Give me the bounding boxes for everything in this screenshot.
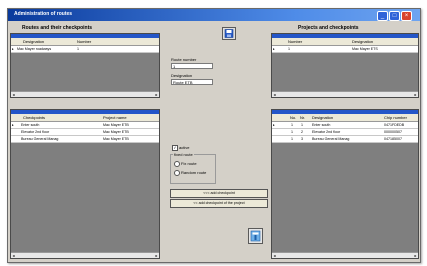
checkpoint-no: 1: [291, 123, 293, 127]
scroll-right-icon[interactable]: ▸: [154, 92, 159, 97]
table-row[interactable]: ▸ 1 1 Enter south 0471FDEDB: [272, 122, 418, 129]
add-checkpoint-button[interactable]: <<< add checkpoint: [170, 189, 268, 198]
row-indicator: ▸: [12, 47, 14, 51]
checkpoint-designation: Elevator 2nd floor: [312, 130, 341, 134]
random-route-radio[interactable]: [174, 170, 180, 176]
project-checkpoints-grid-scrollbar[interactable]: ◂ ▸: [272, 252, 418, 258]
row-indicator: ▸: [12, 123, 14, 127]
checkpoint-no: 1: [291, 137, 293, 141]
minimize-button[interactable]: _: [377, 11, 388, 21]
checkpoint-no: 1: [291, 130, 293, 134]
table-row[interactable]: ▸ Mac Mayer roadways 1: [11, 46, 159, 53]
scroll-left-icon[interactable]: ◂: [272, 92, 277, 97]
col-number: Number: [288, 39, 303, 44]
add-project-checkpoints-button[interactable]: << add checkpoint of the project: [170, 199, 268, 208]
col-designation: Designation: [352, 39, 374, 44]
project-checkpoints-grid[interactable]: No. Nr. Designation Chip number ▸ 1 1 En…: [271, 109, 419, 259]
scroll-right-icon[interactable]: ▸: [413, 253, 418, 258]
projects-grid[interactable]: Number Designation ▸ 1 Mac Mayer ETS ◂ ▸: [271, 33, 419, 98]
chip-number: 047185007: [384, 137, 402, 141]
table-row[interactable]: 1 2 Elevator 2nd floor 000000507: [272, 129, 418, 136]
project-checkpoints-grid-header: No. Nr. Designation Chip number: [272, 114, 418, 122]
checkpoint-name: Enter south: [21, 123, 40, 127]
route-number: 1: [77, 47, 79, 51]
route-designation: Mac Mayer roadways: [17, 47, 52, 51]
project-name: Mac Mayer ETB: [103, 130, 129, 134]
scroll-left-icon[interactable]: ◂: [11, 253, 16, 258]
projects-header: Projects and checkpoints: [298, 25, 359, 31]
active-checkbox[interactable]: ✓: [172, 145, 178, 151]
route-admin-window: Administration of routes _ □ × Routes an…: [7, 8, 421, 263]
fix-route-label: Fix route: [181, 161, 197, 166]
scroll-left-icon[interactable]: ◂: [272, 253, 277, 258]
routes-header: Routes and their checkpoints: [22, 25, 93, 31]
checkpoint-nr: 1: [301, 123, 303, 127]
checkpoints-grid-scrollbar[interactable]: ◂ ▸: [11, 252, 159, 258]
routes-grid[interactable]: Designation Number ▸ Mac Mayer roadways …: [10, 33, 160, 98]
scroll-right-icon[interactable]: ▸: [413, 92, 418, 97]
checkpoint-nr: 3: [301, 137, 303, 141]
chip-number: 0471FDEDB: [384, 123, 405, 127]
designation-label: Designation: [171, 73, 193, 78]
row-indicator: ▸: [273, 47, 275, 51]
active-label: active: [179, 145, 190, 150]
checkpoint-nr: 2: [301, 130, 303, 134]
col-number: Number: [77, 39, 92, 44]
maximize-button[interactable]: □: [389, 11, 400, 21]
window-title: Administration of routes: [14, 11, 73, 17]
route-type-group: [170, 154, 216, 184]
designation-field[interactable]: Route ETB: [171, 79, 213, 85]
random-route-label: Random route: [181, 170, 207, 175]
col-nr: Nr.: [300, 115, 306, 120]
project-name: Mac Mayer ETB: [103, 137, 129, 141]
checkpoints-grid-header: Checkpoints Project name: [11, 114, 159, 122]
row-indicator: ▸: [273, 123, 275, 127]
scroll-right-icon[interactable]: ▸: [154, 253, 159, 258]
table-row[interactable]: ▸ 1 Mac Mayer ETS: [272, 46, 418, 53]
chip-number: 000000507: [384, 130, 402, 134]
routes-grid-header: Designation Number: [11, 38, 159, 46]
col-no: No.: [290, 115, 297, 120]
title-bar[interactable]: Administration of routes _ □ ×: [8, 9, 420, 21]
col-designation: Designation: [312, 115, 334, 120]
save-icon[interactable]: [222, 27, 236, 40]
checkpoint-designation: Bureau General Manag: [312, 137, 350, 141]
close-button[interactable]: ×: [401, 11, 412, 21]
projects-grid-header: Number Designation: [272, 38, 418, 46]
checkpoint-designation: Enter south: [312, 123, 331, 127]
table-row[interactable]: 1 3 Bureau General Manag 047185007: [272, 136, 418, 143]
route-number-field[interactable]: 1: [171, 63, 213, 69]
project-name: Mac Mayer ETB: [103, 123, 129, 127]
col-checkpoints: Checkpoints: [23, 115, 46, 120]
project-designation: Mac Mayer ETS: [352, 47, 378, 51]
scroll-left-icon[interactable]: ◂: [11, 92, 16, 97]
print-icon[interactable]: [248, 228, 263, 244]
project-number: 1: [288, 47, 290, 51]
fix-route-radio[interactable]: [174, 161, 180, 167]
col-chip-number: Chip number: [384, 115, 407, 120]
fixed-route-label: fixed route: [173, 152, 194, 157]
projects-grid-scrollbar[interactable]: ◂ ▸: [272, 91, 418, 97]
checkpoint-name: Elevator 2nd floor: [21, 130, 50, 134]
col-project-name: Project name: [103, 115, 127, 120]
table-row[interactable]: ▸ Enter south Mac Mayer ETB: [11, 122, 159, 129]
table-row[interactable]: Bureau General Manag Mac Mayer ETB: [11, 136, 159, 143]
col-designation: Designation: [23, 39, 45, 44]
routes-grid-scrollbar[interactable]: ◂ ▸: [11, 91, 159, 97]
table-row[interactable]: Elevator 2nd floor Mac Mayer ETB: [11, 129, 159, 136]
route-number-label: Route number: [171, 57, 197, 62]
checkpoint-name: Bureau General Manag: [21, 137, 59, 141]
route-checkpoints-grid[interactable]: Checkpoints Project name ▸ Enter south M…: [10, 109, 160, 259]
